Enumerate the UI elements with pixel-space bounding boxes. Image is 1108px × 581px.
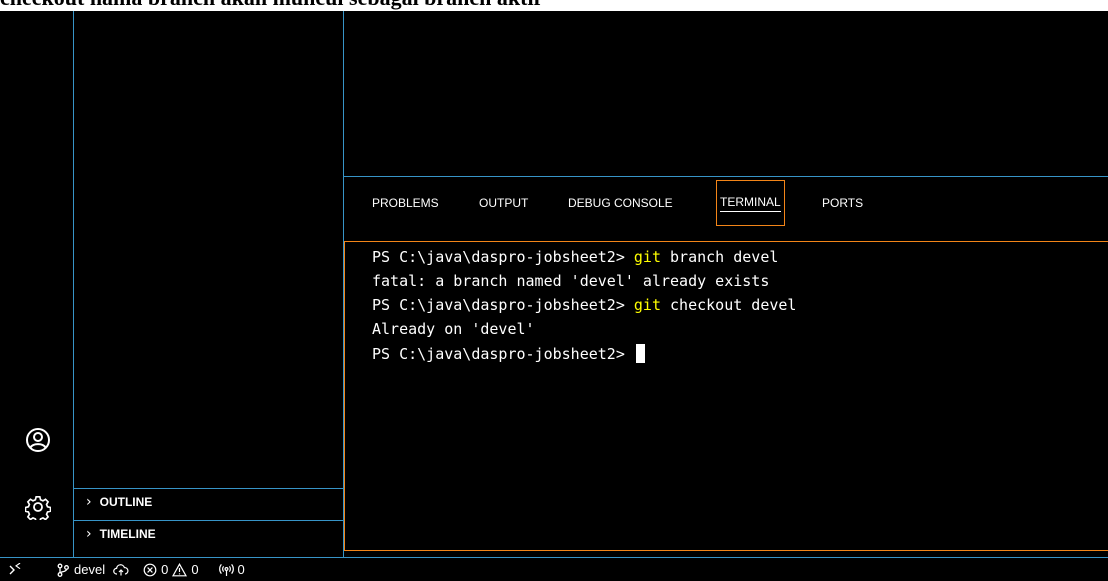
- ports-status[interactable]: 0: [218, 562, 245, 577]
- tab-debug-console[interactable]: DEBUG CONSOLE: [568, 196, 673, 210]
- sidebar-section-timeline[interactable]: › TIMELINE: [74, 520, 343, 546]
- terminal[interactable]: PS C:\java\daspro-jobsheet2> git branch …: [344, 241, 1108, 551]
- terminal-args: branch devel: [661, 248, 779, 266]
- branch-name: devel: [74, 562, 106, 577]
- error-icon: [143, 563, 157, 576]
- terminal-cursor: [635, 344, 645, 363]
- git-branch-icon: [57, 563, 69, 577]
- terminal-output: Already on 'devel': [372, 320, 535, 338]
- caption-text: checkout nama branch akan muncul sebagai…: [0, 0, 541, 11]
- terminal-prompt: PS C:\java\daspro-jobsheet2>: [372, 345, 634, 363]
- tab-output[interactable]: OUTPUT: [479, 196, 528, 210]
- error-count: 0: [161, 562, 169, 577]
- terminal-output: fatal: a branch named 'devel' already ex…: [372, 272, 770, 290]
- terminal-line: PS C:\java\daspro-jobsheet2> git branch …: [372, 248, 778, 266]
- terminal-line: fatal: a branch named 'devel' already ex…: [372, 272, 769, 290]
- terminal-prompt: PS C:\java\daspro-jobsheet2>: [372, 296, 634, 314]
- bottom-panel: PROBLEMS OUTPUT DEBUG CONSOLE TERMINAL P…: [344, 177, 1108, 551]
- status-bar: devel 0 0 0: [0, 557, 1108, 581]
- activity-bar: [0, 11, 74, 557]
- branch-status[interactable]: devel: [56, 562, 105, 577]
- terminal-line: PS C:\java\daspro-jobsheet2>: [372, 344, 645, 363]
- chevron-right-icon: ›: [86, 493, 92, 510]
- warning-count: 0: [191, 562, 199, 577]
- tab-problems[interactable]: PROBLEMS: [372, 196, 439, 210]
- gear-icon[interactable]: [24, 493, 52, 521]
- ports-icon: [218, 563, 234, 576]
- terminal-line: PS C:\java\daspro-jobsheet2> git checkou…: [372, 296, 796, 314]
- panel-tab-bar: PROBLEMS OUTPUT DEBUG CONSOLE TERMINAL P…: [344, 177, 1108, 241]
- tab-ports[interactable]: PORTS: [822, 196, 863, 210]
- terminal-command: git: [633, 296, 661, 314]
- ports-count: 0: [237, 562, 245, 577]
- section-label: TIMELINE: [99, 526, 156, 541]
- problems-status[interactable]: 0 0: [143, 562, 199, 577]
- cloud-upload-icon[interactable]: [113, 563, 129, 577]
- terminal-line: Already on 'devel': [372, 320, 535, 338]
- sidebar-section-outline[interactable]: › OUTLINE: [74, 488, 343, 514]
- warning-icon: [172, 562, 188, 576]
- remote-icon[interactable]: [8, 562, 22, 577]
- cropped-caption: checkout nama branch akan muncul sebagai…: [0, 0, 1108, 11]
- terminal-args: checkout devel: [661, 296, 797, 314]
- tab-terminal-label: TERMINAL: [720, 195, 781, 212]
- account-icon[interactable]: [24, 426, 52, 454]
- chevron-right-icon: ›: [86, 525, 92, 542]
- sidebar: › OUTLINE › TIMELINE: [74, 11, 344, 557]
- editor-area[interactable]: [344, 11, 1108, 177]
- tab-terminal[interactable]: TERMINAL: [716, 180, 785, 226]
- terminal-prompt: PS C:\java\daspro-jobsheet2>: [372, 248, 634, 266]
- terminal-command: git: [633, 248, 661, 266]
- section-label: OUTLINE: [99, 494, 153, 509]
